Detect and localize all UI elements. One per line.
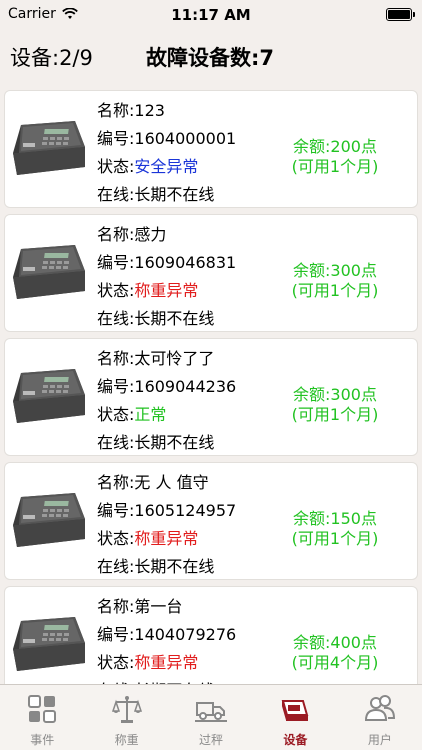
device-status-prefix: 状态: <box>97 281 135 300</box>
weighing-indicator-icon <box>9 237 89 309</box>
device-name: 名称:第一台 <box>97 597 183 616</box>
tab-device-label: 设备 <box>283 733 308 747</box>
device-balance-available: (可用4个月) <box>291 653 379 672</box>
device-name: 名称:感力 <box>97 225 167 244</box>
weighing-indicator-icon <box>9 113 89 185</box>
device-info: 名称:第一台 编号:1404079276 状态:称重异常 在线:长期不在线 <box>97 593 297 684</box>
device-balance: 余额:200点 (可用1个月) <box>283 137 387 177</box>
device-count: 设备:2/9 <box>10 46 93 70</box>
device-balance-available: (可用1个月) <box>291 281 379 300</box>
weighing-indicator-icon <box>9 485 89 557</box>
device-status: 状态:安全异常 <box>97 153 297 181</box>
device-number: 编号:1604000001 <box>97 129 237 148</box>
device-info: 名称:123 编号:1604000001 状态:安全异常 在线:长期不在线 <box>97 97 297 209</box>
device-status-prefix: 状态: <box>97 653 135 672</box>
device-status-prefix: 状态: <box>97 529 135 548</box>
device-name: 名称:123 <box>97 101 165 120</box>
device-balance-amount: 余额:300点 <box>293 385 377 404</box>
device-online: 在线:长期不在线 <box>97 185 215 204</box>
device-name: 名称:太可怜了了 <box>97 349 215 368</box>
device-status-value: 安全异常 <box>134 157 199 176</box>
device-status-value: 称重异常 <box>134 529 199 548</box>
device-balance-amount: 余额:150点 <box>293 509 377 528</box>
tab-weigh-label: 称重 <box>114 733 139 747</box>
device-status-value: 称重异常 <box>134 653 199 672</box>
device-balance: 余额:300点 (可用1个月) <box>283 385 387 425</box>
weighing-indicator-icon <box>9 609 89 681</box>
fault-count: 故障设备数:7 <box>146 46 275 70</box>
device-balance-amount: 余额:300点 <box>293 261 377 280</box>
device-number: 编号:1609044236 <box>97 377 237 396</box>
device-info: 名称:太可怜了了 编号:1609044236 状态:正常 在线:长期不在线 <box>97 345 297 457</box>
device-info: 名称:无 人 值守 编号:1605124957 状态:称重异常 在线:长期不在线 <box>97 469 297 581</box>
device-number: 编号:1605124957 <box>97 501 237 520</box>
device-status-value: 正常 <box>134 405 167 424</box>
device-balance: 余额:300点 (可用1个月) <box>283 261 387 301</box>
device-balance-amount: 余额:400点 <box>293 633 377 652</box>
device-number: 编号:1609046831 <box>97 253 237 272</box>
tab-bar: 事件 称重 过秤 设备 用户 <box>0 684 422 750</box>
device-number: 编号:1404079276 <box>97 625 237 644</box>
tab-user[interactable]: 用户 <box>338 685 422 750</box>
device-online: 在线:长期不在线 <box>97 433 215 452</box>
device-balance: 余额:400点 (可用4个月) <box>283 633 387 673</box>
device-card[interactable]: 名称:第一台 编号:1404079276 状态:称重异常 在线:长期不在线 余额… <box>4 586 418 684</box>
tab-events[interactable]: 事件 <box>0 685 84 750</box>
device-status: 状态:正常 <box>97 401 297 429</box>
tab-pass[interactable]: 过秤 <box>169 685 253 750</box>
device-icon <box>282 700 309 721</box>
status-time: 11:17 AM <box>171 6 251 24</box>
weighing-indicator-icon <box>9 361 89 433</box>
device-balance-available: (可用1个月) <box>291 529 379 548</box>
device-name: 名称:无 人 值守 <box>97 473 209 492</box>
device-balance-amount: 余额:200点 <box>293 137 377 156</box>
device-info: 名称:感力 编号:1609046831 状态:称重异常 在线:长期不在线 <box>97 221 297 333</box>
tab-user-label: 用户 <box>367 733 392 747</box>
device-balance-available: (可用1个月) <box>291 157 379 176</box>
device-online: 在线:长期不在线 <box>97 309 215 328</box>
tab-device[interactable]: 设备 <box>253 685 337 750</box>
status-bar: Carrier 11:17 AM <box>0 0 422 30</box>
device-online: 在线:长期不在线 <box>97 557 215 576</box>
device-online: 在线:长期不在线 <box>97 677 297 684</box>
device-card[interactable]: 名称:无 人 值守 编号:1605124957 状态:称重异常 在线:长期不在线… <box>4 462 418 580</box>
device-status: 状态:称重异常 <box>97 649 297 677</box>
tab-pass-label: 过秤 <box>199 733 224 747</box>
device-balance: 余额:150点 (可用1个月) <box>283 509 387 549</box>
scale-icon <box>111 696 142 723</box>
device-status-value: 称重异常 <box>134 281 199 300</box>
device-card[interactable]: 名称:123 编号:1604000001 状态:安全异常 在线:长期不在线 余额… <box>4 90 418 208</box>
users-icon <box>364 695 395 721</box>
grid-icon <box>28 695 57 723</box>
device-balance-available: (可用1个月) <box>291 405 379 424</box>
battery-icon <box>386 8 415 21</box>
device-list[interactable]: 名称:123 编号:1604000001 状态:安全异常 在线:长期不在线 余额… <box>0 86 422 684</box>
tab-events-label: 事件 <box>30 733 55 747</box>
device-status: 状态:称重异常 <box>97 277 297 305</box>
truck-icon <box>195 702 228 722</box>
device-status: 状态:称重异常 <box>97 525 297 553</box>
summary-header: 设备:2/9 故障设备数:7 <box>0 30 422 82</box>
device-status-prefix: 状态: <box>97 157 135 176</box>
device-status-prefix: 状态: <box>97 405 135 424</box>
device-card[interactable]: 名称:感力 编号:1609046831 状态:称重异常 在线:长期不在线 余额:… <box>4 214 418 332</box>
tab-weigh[interactable]: 称重 <box>84 685 168 750</box>
device-card[interactable]: 名称:太可怜了了 编号:1609044236 状态:正常 在线:长期不在线 余额… <box>4 338 418 456</box>
